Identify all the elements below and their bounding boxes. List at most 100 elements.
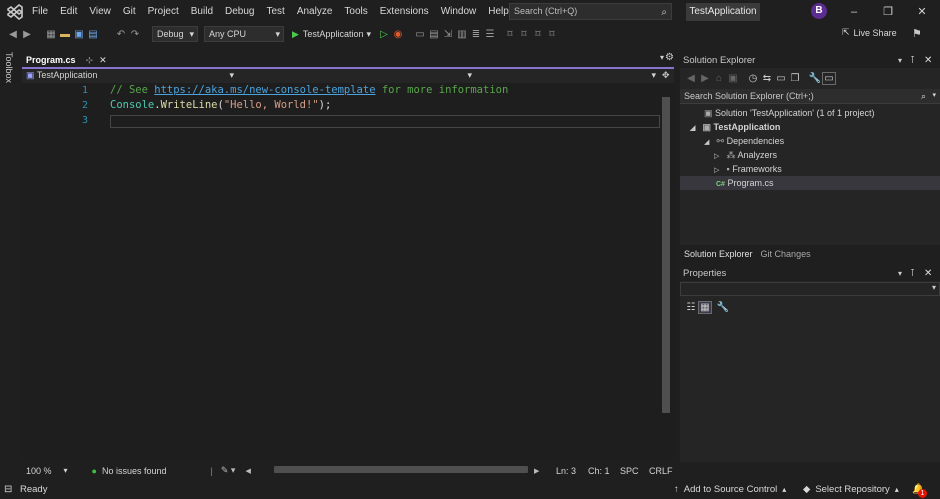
type-dropdown[interactable]: ▾ (238, 69, 472, 83)
pin-icon[interactable]: ⊺ (910, 268, 915, 279)
properties-wrench-icon[interactable]: 🔧 (808, 73, 822, 84)
bookmark-icon[interactable]: ⌑ (503, 29, 517, 40)
sync-icon[interactable]: ⇆ (760, 73, 774, 84)
settings-icon[interactable]: ⚙ (665, 52, 674, 63)
tree-item-project[interactable]: ◢ ▣ TestApplication (690, 120, 780, 134)
start-debugging-button[interactable]: ▶ TestApplication ▾ (292, 29, 371, 40)
issues-label[interactable]: No issues found (102, 466, 167, 476)
tab-program-cs[interactable]: Program.cs ⊹ ✕ (22, 52, 107, 67)
column-indicator[interactable]: Ch: 1 (588, 466, 610, 476)
forward-icon[interactable]: ▶ (698, 73, 712, 84)
step-icon[interactable]: ⇲ (441, 29, 455, 40)
home-icon[interactable]: ⌂ (712, 73, 726, 84)
comment-icon[interactable]: ☰ (483, 29, 497, 40)
zoom-level[interactable]: 100 % (26, 466, 52, 476)
panel-menu-icon[interactable]: ▾ (898, 56, 902, 65)
tab-git-changes[interactable]: Git Changes (761, 249, 811, 259)
split-editor-icon[interactable]: ✥ (662, 69, 672, 83)
member-dropdown[interactable]: ▾ (476, 69, 656, 83)
whitespace-indicator[interactable]: SPC (620, 466, 639, 476)
menu-analyze[interactable]: Analyze (291, 0, 339, 24)
tree-item-solution[interactable]: ▣ Solution 'TestApplication' (1 of 1 pro… (704, 106, 875, 120)
close-panel-icon[interactable]: ✕ (924, 55, 932, 66)
menu-view[interactable]: View (83, 0, 117, 24)
minimize-icon[interactable]: – (846, 4, 862, 20)
tree-item-program-cs[interactable]: C# Program.cs (716, 176, 773, 190)
new-project-icon[interactable]: ▦ (44, 29, 58, 40)
code-editor[interactable]: 1 2 3 // See https://aka.ms/new-console-… (22, 83, 674, 462)
object-selector-dropdown[interactable]: ▾ (680, 282, 940, 296)
tab-solution-explorer[interactable]: Solution Explorer (684, 249, 753, 259)
menu-tools[interactable]: Tools (338, 0, 373, 24)
menu-extensions[interactable]: Extensions (374, 0, 435, 24)
save-all-icon[interactable]: ▤ (86, 29, 100, 40)
tab-overflow-icon[interactable]: ▾ (660, 53, 664, 62)
zoom-dropdown-icon[interactable]: ▾ (64, 466, 68, 475)
close-window-icon[interactable]: ✕ (914, 4, 930, 20)
platform-dropdown[interactable]: Any CPU ▾ (204, 26, 284, 42)
back-icon[interactable]: ◀ (684, 73, 698, 84)
tree-item-dependencies[interactable]: ◢ ⚯ Dependencies (704, 134, 784, 148)
menu-git[interactable]: Git (117, 0, 142, 24)
live-share-button[interactable]: ⇱ Live Share (842, 27, 897, 38)
back-icon[interactable]: ◀ (6, 29, 20, 40)
close-tab-icon[interactable]: ✕ (99, 53, 107, 67)
alphabetical-icon[interactable]: ▦ (698, 300, 712, 314)
layout-icon[interactable]: ▤ (427, 29, 441, 40)
panel-menu-icon[interactable]: ▾ (898, 269, 902, 278)
search-options-icon[interactable]: ▾ (932, 89, 936, 103)
start-without-debugging-icon[interactable]: ▷ (377, 29, 391, 40)
show-all-files-icon[interactable]: ❐ (788, 73, 802, 84)
bookmark-next-icon[interactable]: ⌑ (531, 29, 545, 40)
bookmark-clear-icon[interactable]: ⌑ (545, 29, 559, 40)
browse-icon[interactable]: ▭ (413, 29, 427, 40)
code-cleanup-icon[interactable]: ✎ ▾ (221, 465, 236, 476)
line-ending-indicator[interactable]: CRLF (649, 466, 673, 476)
scroll-left-icon[interactable]: ◀ (245, 467, 250, 475)
line-indicator[interactable]: Ln: 3 (556, 466, 576, 476)
close-panel-icon[interactable]: ✕ (924, 268, 932, 279)
switch-views-icon[interactable]: ▣ (726, 73, 740, 84)
preview-icon[interactable]: ▭ (822, 71, 836, 85)
open-folder-icon[interactable]: ▬ (58, 29, 72, 40)
pin-icon[interactable]: ⊺ (910, 55, 915, 66)
project-scope-dropdown[interactable]: ▣ TestApplication ▾ (26, 69, 234, 83)
pending-changes-icon[interactable]: ◷ (746, 73, 760, 84)
configuration-dropdown[interactable]: Debug ▾ (152, 26, 198, 42)
pin-icon[interactable]: ⊹ (86, 53, 94, 67)
restore-icon[interactable]: ❐ (880, 4, 896, 20)
horizontal-scrollbar-thumb[interactable] (274, 466, 528, 473)
breakpoints-icon[interactable]: ▥ (455, 29, 469, 40)
scrollbar-thumb[interactable] (662, 97, 670, 413)
collapse-all-icon[interactable]: ▭ (774, 73, 788, 84)
global-search-input[interactable]: Search (Ctrl+Q) ⌕ (509, 3, 672, 20)
scroll-right-icon[interactable]: ▶ (534, 467, 539, 475)
menu-window[interactable]: Window (435, 0, 483, 24)
redo-icon[interactable]: ↷ (128, 29, 142, 40)
add-to-source-control-button[interactable]: ↑ Add to Source Control ▴ (674, 484, 786, 495)
categorized-icon[interactable]: ☷ (684, 302, 698, 313)
property-pages-icon[interactable]: 🔧 (716, 302, 730, 313)
forward-icon[interactable]: ▶ (20, 29, 34, 40)
toolbox-tab[interactable]: Toolbox (4, 52, 14, 83)
undo-icon[interactable]: ↶ (114, 29, 128, 40)
menu-test[interactable]: Test (260, 0, 290, 24)
menu-project[interactable]: Project (142, 0, 185, 24)
menu-build[interactable]: Build (185, 0, 219, 24)
expanded-arrow-icon[interactable]: ◢ (704, 136, 714, 150)
vertical-scrollbar[interactable] (660, 83, 672, 462)
tree-item-frameworks[interactable]: ▷ ▪ Frameworks (714, 162, 782, 176)
hot-reload-icon[interactable]: ◉ (391, 29, 405, 40)
save-icon[interactable]: ▣ (72, 29, 86, 40)
menu-edit[interactable]: Edit (54, 0, 83, 24)
tree-item-analyzers[interactable]: ▷ ⁂ Analyzers (714, 148, 777, 162)
visual-studio-logo-icon[interactable] (6, 4, 24, 20)
expanded-arrow-icon[interactable]: ◢ (690, 122, 700, 136)
bookmark-prev-icon[interactable]: ⌑ (517, 29, 531, 40)
account-avatar[interactable]: B (811, 3, 827, 19)
template-link[interactable]: https://aka.ms/new-console-template (154, 84, 375, 96)
feedback-icon[interactable]: ⚑ (912, 27, 922, 40)
solution-explorer-search[interactable]: Search Solution Explorer (Ctrl+;) ⌕ ▾ (680, 89, 940, 104)
menu-file[interactable]: File (26, 0, 54, 24)
format-icon[interactable]: ≣ (469, 29, 483, 40)
